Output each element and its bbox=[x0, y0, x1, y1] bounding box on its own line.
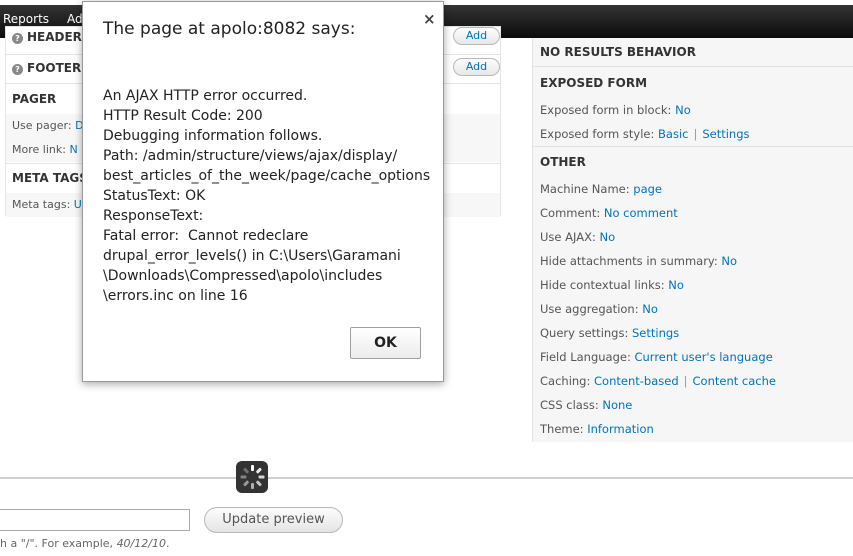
field-language-link[interactable]: Current user's language bbox=[634, 350, 772, 364]
caching-options-link[interactable]: Content cache bbox=[693, 374, 776, 388]
comment-row: Comment: No comment bbox=[540, 206, 678, 220]
setting-label: Hide contextual links: bbox=[540, 278, 665, 292]
css-class-link[interactable]: None bbox=[602, 398, 632, 412]
hint-end: . bbox=[165, 537, 170, 550]
meta-tags-label: Meta tags: bbox=[12, 198, 71, 211]
divider bbox=[533, 146, 853, 147]
help-icon: ? bbox=[12, 64, 23, 75]
separator: | bbox=[693, 127, 698, 141]
close-icon[interactable]: × bbox=[423, 10, 436, 28]
theme-link[interactable]: Information bbox=[587, 422, 654, 436]
setting-label: Field Language: bbox=[540, 350, 631, 364]
views-right-column: NO RESULTS BEHAVIOR EXPOSED FORM Exposed… bbox=[532, 38, 853, 442]
header-add-button[interactable]: Add bbox=[453, 27, 500, 45]
setting-label: Caching: bbox=[540, 374, 591, 388]
setting-label: CSS class: bbox=[540, 398, 599, 412]
separator: | bbox=[683, 374, 688, 388]
meta-tags-link[interactable]: U bbox=[74, 198, 82, 211]
hint-example: 40/12/10 bbox=[116, 537, 166, 550]
exposed-form-settings-link[interactable]: Settings bbox=[702, 127, 749, 141]
toolbar-item-reports[interactable]: Reports bbox=[3, 12, 49, 26]
use-ajax-row: Use AJAX: No bbox=[540, 230, 615, 244]
more-link-label: More link: bbox=[12, 143, 66, 156]
setting-label: Hide attachments in summary: bbox=[540, 254, 718, 268]
use-aggregation-link[interactable]: No bbox=[642, 302, 658, 316]
caching-row: Caching: Content-based | Content cache bbox=[540, 374, 776, 388]
theme-row: Theme: Information bbox=[540, 422, 654, 436]
toolbar-item-admin[interactable]: Ad bbox=[67, 12, 83, 26]
setting-label: Comment: bbox=[540, 206, 601, 220]
field-language-row: Field Language: Current user's language bbox=[540, 350, 773, 364]
exposed-form-block-row: Exposed form in block: No bbox=[540, 103, 691, 117]
query-settings-row: Query settings: Settings bbox=[540, 326, 679, 340]
use-pager-label: Use pager: bbox=[12, 119, 72, 132]
divider bbox=[533, 66, 853, 67]
no-results-heading: NO RESULTS BEHAVIOR bbox=[540, 45, 696, 59]
comment-link[interactable]: No comment bbox=[604, 206, 678, 220]
caching-link[interactable]: Content-based bbox=[594, 374, 679, 388]
machine-name-row: Machine Name: page bbox=[540, 182, 662, 196]
setting-label: Query settings: bbox=[540, 326, 629, 340]
exposed-form-heading: EXPOSED FORM bbox=[540, 76, 648, 90]
query-settings-link[interactable]: Settings bbox=[632, 326, 679, 340]
setting-label: Theme: bbox=[540, 422, 584, 436]
machine-name-link[interactable]: page bbox=[633, 182, 662, 196]
footer-label: FOOTER bbox=[27, 61, 82, 75]
exposed-form-style-label: Exposed form style: bbox=[540, 127, 655, 141]
header-label: HEADER bbox=[27, 30, 82, 44]
preview-divider bbox=[0, 477, 853, 479]
hide-attachments-row: Hide attachments in summary: No bbox=[540, 254, 737, 268]
use-aggregation-row: Use aggregation: No bbox=[540, 302, 658, 316]
dialog-message: An AJAX HTTP error occurred. HTTP Result… bbox=[103, 88, 431, 304]
setting-label: Use AJAX: bbox=[540, 230, 596, 244]
setting-label: Use aggregation: bbox=[540, 302, 639, 316]
loading-spinner-icon bbox=[236, 461, 268, 493]
preview-arguments-input[interactable] bbox=[0, 509, 190, 531]
ok-button[interactable]: OK bbox=[350, 327, 421, 359]
hide-contextual-links-link[interactable]: No bbox=[668, 278, 684, 292]
help-icon: ? bbox=[12, 33, 23, 44]
exposed-form-block-label: Exposed form in block: bbox=[540, 103, 672, 117]
setting-label: Machine Name: bbox=[540, 182, 630, 196]
exposed-form-style-link[interactable]: Basic bbox=[658, 127, 688, 141]
javascript-alert-dialog: The page at apolo:8082 says: × An AJAX H… bbox=[82, 1, 444, 382]
other-heading: OTHER bbox=[540, 155, 586, 169]
hide-attachments-link[interactable]: No bbox=[721, 254, 737, 268]
exposed-form-block-link[interactable]: No bbox=[675, 103, 691, 117]
hint-text: h a "/". For example, bbox=[0, 537, 117, 550]
footer-add-button[interactable]: Add bbox=[453, 58, 500, 76]
exposed-form-style-row: Exposed form style: Basic | Settings bbox=[540, 127, 750, 141]
dialog-title: The page at apolo:8082 says: bbox=[103, 19, 356, 39]
hide-contextual-links-row: Hide contextual links: No bbox=[540, 278, 684, 292]
preview-hint: h a "/". For example, 40/12/10. bbox=[0, 537, 169, 550]
update-preview-button[interactable]: Update preview bbox=[204, 507, 343, 533]
more-link-link[interactable]: N bbox=[69, 143, 77, 156]
use-ajax-link[interactable]: No bbox=[599, 230, 615, 244]
css-class-row: CSS class: None bbox=[540, 398, 632, 412]
